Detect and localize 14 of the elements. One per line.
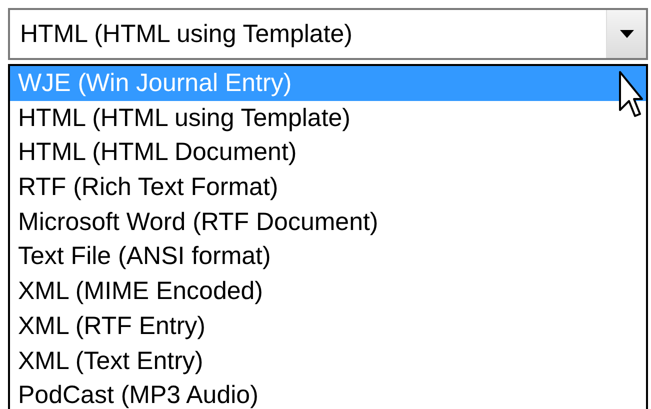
dropdown-option[interactable]: Microsoft Word (RTF Document) bbox=[10, 204, 646, 240]
dropdown-option[interactable]: HTML (HTML Document) bbox=[10, 135, 646, 170]
format-dropdown[interactable]: HTML (HTML using Template) bbox=[8, 8, 648, 60]
dropdown-option[interactable]: HTML (HTML using Template) bbox=[10, 100, 646, 136]
caret-icon bbox=[618, 29, 634, 39]
dropdown-option[interactable]: XML (Text Entry) bbox=[10, 344, 646, 378]
dropdown-option[interactable]: XML (RTF Entry) bbox=[10, 308, 646, 344]
dropdown-option[interactable]: XML (MIME Encoded) bbox=[10, 274, 646, 309]
dropdown-option[interactable]: Text File (ANSI format) bbox=[10, 239, 646, 274]
dropdown-value: HTML (HTML using Template) bbox=[19, 19, 354, 50]
mouse-pointer-icon bbox=[618, 70, 644, 120]
dropdown-option[interactable]: RTF (Rich Text Format) bbox=[10, 170, 646, 205]
dropdown-arrow-button[interactable] bbox=[606, 10, 646, 58]
dropdown-option[interactable]: PodCast (MP3 Audio) bbox=[10, 378, 646, 409]
